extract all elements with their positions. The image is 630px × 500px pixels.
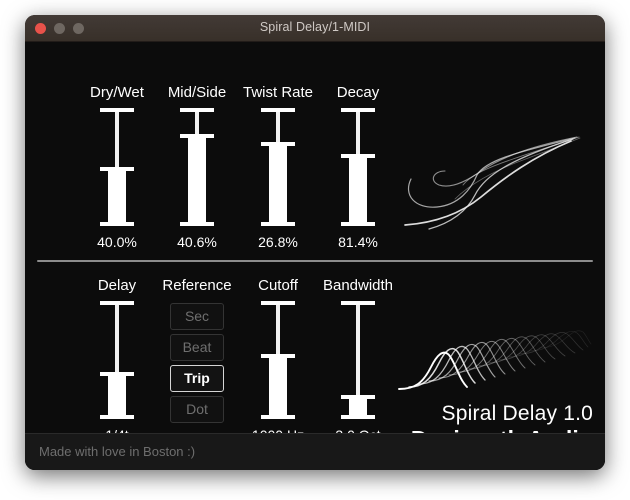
param-cutoff: Cutoff 1000 Hz [240,277,316,444]
slider-delay[interactable] [79,301,155,419]
footer-text: Made with love in Boston :) [39,444,195,459]
reference-group: Reference Sec Beat Trip Dot [159,277,235,423]
slider-bottom-cap [261,222,295,226]
param-label-reference: Reference [159,277,235,295]
param-twist-rate: Twist Rate 26.8% [240,84,316,251]
reference-option-dot[interactable]: Dot [170,396,224,423]
slider-bottom-cap [341,415,375,419]
slider-dry-wet[interactable] [79,108,155,226]
param-label-delay: Delay [79,277,155,295]
param-decay: Decay 81.4% [320,84,396,251]
param-label-mid-side: Mid/Side [159,84,235,102]
slider-thumb-decay[interactable] [349,158,367,226]
slider-decay[interactable] [320,108,396,226]
slider-bottom-cap [100,222,134,226]
reference-options: Sec Beat Trip Dot [159,303,235,423]
param-bandwidth: Bandwidth 3.0 Oct [320,277,396,444]
param-label-twist-rate: Twist Rate [240,84,316,102]
slider-thumb-twist-rate[interactable] [269,146,287,226]
window-title: Spiral Delay/1-MIDI [25,20,605,34]
param-label-bandwidth: Bandwidth [320,277,396,295]
param-dry-wet: Dry/Wet 40.0% [79,84,155,251]
param-delay: Delay 1/4t [79,277,155,444]
param-label-dry-wet: Dry/Wet [79,84,155,102]
brand-product-name: Spiral Delay 1.0 [393,402,593,426]
reference-option-trip[interactable]: Trip [170,365,224,392]
slider-bottom-cap [341,222,375,226]
param-value-mid-side: 40.6% [159,234,235,251]
slider-twist-rate[interactable] [240,108,316,226]
slider-bandwidth[interactable] [320,301,396,419]
param-value-twist-rate: 26.8% [240,234,316,251]
slider-bottom-cap [261,415,295,419]
slider-bottom-cap [180,222,214,226]
param-value-decay: 81.4% [320,234,396,251]
slider-bottom-cap [100,415,134,419]
plugin-content: Dry/Wet 40.0% Mid/Side 40.6% Twist R [25,42,605,470]
slider-thumb-mid-side[interactable] [188,138,206,226]
slider-thumb-delay[interactable] [108,376,126,419]
footer-bar: Made with love in Boston :) [25,433,605,470]
param-mid-side: Mid/Side 40.6% [159,84,235,251]
plugin-window: Spiral Delay/1-MIDI Dry/Wet 40.0% Mid/Si… [25,15,605,470]
slider-thumb-cutoff[interactable] [269,358,287,419]
delay-echo-curves-visualization [393,317,593,402]
param-label-decay: Decay [320,84,396,102]
slider-mid-side[interactable] [159,108,235,226]
param-label-cutoff: Cutoff [240,277,316,295]
slider-cutoff[interactable] [240,301,316,419]
section-divider [37,260,593,262]
slider-thumb-dry-wet[interactable] [108,171,126,226]
reference-option-sec[interactable]: Sec [170,303,224,330]
reference-option-beat[interactable]: Beat [170,334,224,361]
title-bar: Spiral Delay/1-MIDI [25,15,605,42]
spiral-swirl-visualization [393,127,593,237]
param-value-dry-wet: 40.0% [79,234,155,251]
